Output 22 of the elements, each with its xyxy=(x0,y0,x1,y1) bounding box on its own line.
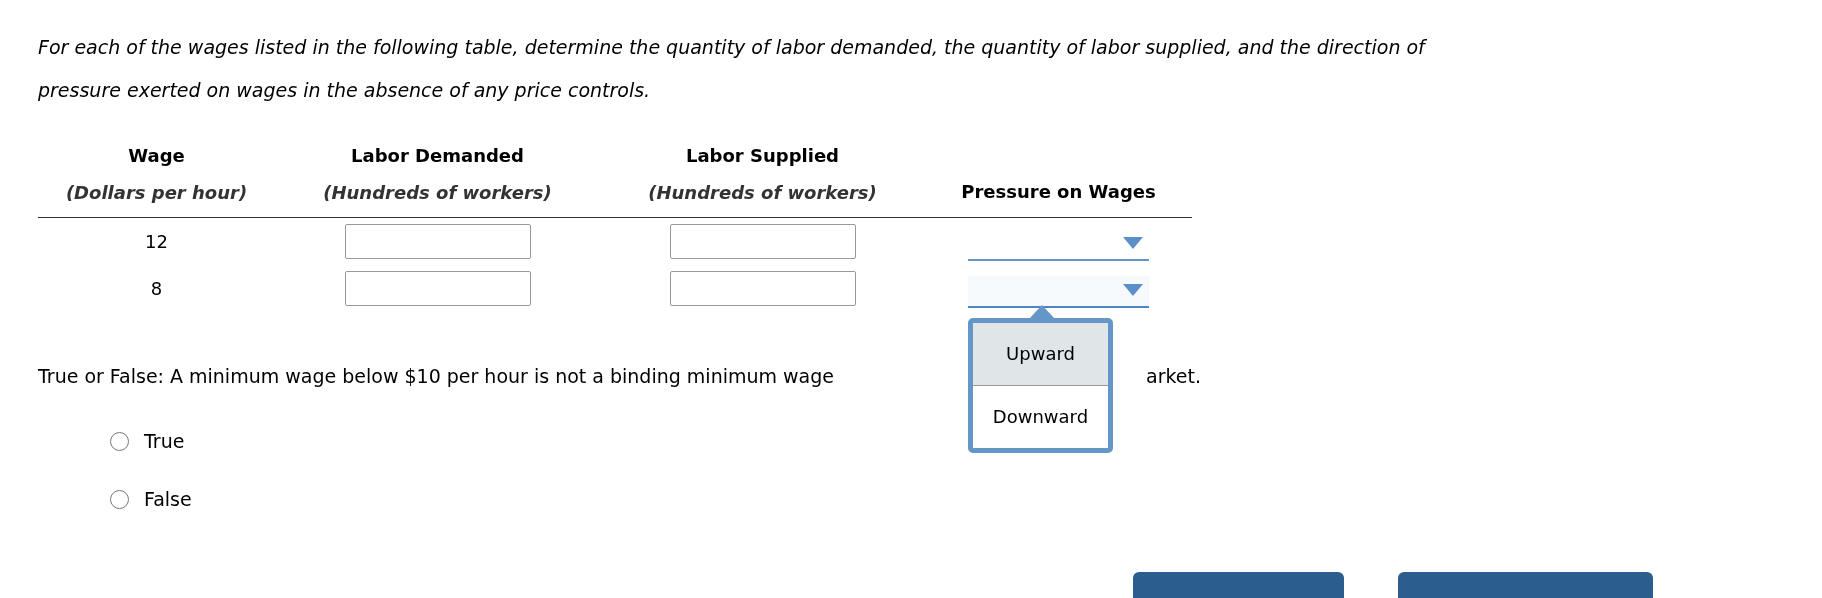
column-unit: (Dollars per hour) xyxy=(65,181,248,205)
caret-icon xyxy=(1123,283,1143,296)
column-unit: (Hundreds of workers) xyxy=(648,181,877,205)
column-title: Labor Demanded xyxy=(351,144,524,168)
caret-icon xyxy=(1123,236,1143,249)
radio-label: False xyxy=(144,488,192,510)
column-unit: (Hundreds of workers) xyxy=(323,181,552,205)
column-title: Pressure on Wages xyxy=(961,180,1156,204)
instructions-text: For each of the wages listed in the following table, determine the quantity of labor demanded, the quantity of labor supplied, and the direction of pressure exerted on wages in the absence of any price controls. xyxy=(38,35,1428,103)
demanded-input[interactable] xyxy=(344,271,531,306)
demanded-input[interactable] xyxy=(344,224,531,259)
column-title: Wage xyxy=(128,144,185,168)
column-title: Labor Supplied xyxy=(686,144,839,168)
dropdown-option[interactable]: Upward xyxy=(973,322,1108,386)
question-text: arket. xyxy=(1146,365,1202,387)
wage-value: 12 xyxy=(145,231,168,252)
radio-label: True xyxy=(144,430,185,452)
wage-value: 8 xyxy=(150,278,163,299)
supplied-input[interactable] xyxy=(669,224,856,259)
supplied-input[interactable] xyxy=(669,271,856,306)
question-text: True or False: A minimum wage below $10 per hour is not a binding minimum wage xyxy=(38,365,835,387)
radio-option[interactable]: False xyxy=(110,488,1784,510)
